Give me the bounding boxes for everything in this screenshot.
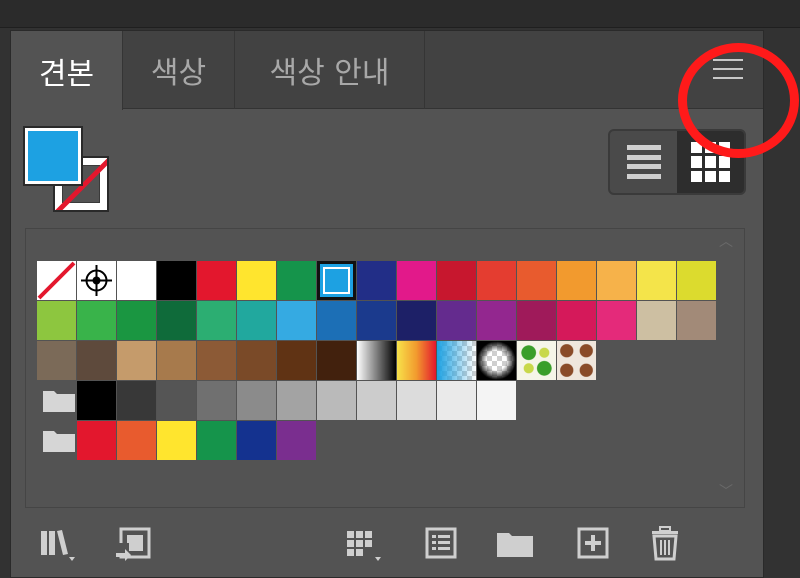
swatch[interactable] — [277, 381, 316, 420]
fill-color-swatch[interactable] — [25, 128, 81, 184]
swatch[interactable] — [357, 261, 396, 300]
bottom-toolbar — [11, 515, 763, 577]
color-group-folder-icon[interactable] — [42, 389, 76, 413]
swatch[interactable] — [397, 381, 436, 420]
swatch[interactable] — [477, 301, 516, 340]
swatch[interactable] — [77, 341, 116, 380]
swatch-library-icon[interactable] — [35, 521, 79, 565]
swatch[interactable] — [397, 261, 436, 300]
swatches-panel: 견본 색상 색상 안내 ︿ ﹀ — [10, 30, 799, 578]
swatch[interactable] — [197, 381, 236, 420]
swatch[interactable] — [277, 341, 316, 380]
swatch-options-icon[interactable] — [419, 521, 463, 565]
swatch[interactable] — [597, 261, 636, 300]
show-swatch-kinds-icon[interactable] — [341, 521, 385, 565]
swatch[interactable] — [597, 301, 636, 340]
swatch[interactable] — [197, 261, 236, 300]
swatch[interactable] — [117, 421, 156, 460]
swatch[interactable] — [437, 381, 476, 420]
swatch-gradient[interactable] — [397, 341, 436, 380]
swatch[interactable] — [157, 381, 196, 420]
swatch[interactable] — [77, 301, 116, 340]
swatch[interactable] — [677, 301, 716, 340]
swatch[interactable] — [237, 421, 276, 460]
swatch[interactable] — [637, 261, 676, 300]
swatch-registration[interactable] — [77, 261, 116, 300]
swatch[interactable] — [197, 421, 236, 460]
swatch[interactable] — [237, 341, 276, 380]
swatch[interactable] — [157, 301, 196, 340]
swatch[interactable] — [317, 381, 356, 420]
swatch-grid: ︿ ﹀ — [25, 228, 745, 508]
swatch[interactable] — [277, 421, 316, 460]
swatch-gradient[interactable] — [357, 341, 396, 380]
swatch-gradient[interactable] — [437, 341, 476, 380]
swatch[interactable] — [77, 421, 116, 460]
list-view-icon — [626, 145, 661, 179]
swatch[interactable] — [77, 381, 116, 420]
swatch[interactable] — [557, 301, 596, 340]
swatch[interactable] — [477, 261, 516, 300]
list-view-button[interactable] — [610, 131, 677, 193]
place-swatches-icon[interactable] — [111, 521, 155, 565]
panel-tab-bar: 견본 색상 색상 안내 — [11, 31, 763, 110]
tab-swatches[interactable]: 견본 — [11, 31, 123, 110]
highlight-circle — [678, 43, 799, 158]
swatch-none[interactable] — [37, 261, 76, 300]
swatch[interactable] — [317, 301, 356, 340]
scroll-up-arrow[interactable]: ︿ — [714, 235, 738, 249]
swatch-pattern[interactable] — [557, 341, 596, 380]
trash-icon[interactable] — [643, 521, 687, 565]
swatch[interactable] — [237, 301, 276, 340]
swatch[interactable] — [37, 301, 76, 340]
swatch[interactable] — [517, 301, 556, 340]
swatch[interactable] — [237, 381, 276, 420]
window-top-bar — [0, 0, 800, 28]
new-swatch-icon[interactable] — [571, 521, 615, 565]
swatch[interactable] — [277, 301, 316, 340]
swatch[interactable] — [37, 341, 76, 380]
swatch[interactable] — [277, 261, 316, 300]
swatch[interactable] — [117, 301, 156, 340]
tab-color[interactable]: 색상 — [123, 31, 235, 109]
swatch[interactable] — [237, 261, 276, 300]
swatch[interactable] — [677, 261, 716, 300]
swatch-selected[interactable] — [317, 261, 356, 300]
new-color-group-icon[interactable] — [493, 521, 537, 565]
color-group-folder-icon[interactable] — [42, 429, 76, 453]
swatch[interactable] — [157, 341, 196, 380]
swatch[interactable] — [637, 301, 676, 340]
swatch[interactable] — [437, 261, 476, 300]
swatch[interactable] — [437, 301, 476, 340]
swatch-gradient[interactable] — [477, 341, 516, 380]
swatch[interactable] — [197, 301, 236, 340]
swatch[interactable] — [117, 261, 156, 300]
swatch[interactable] — [477, 381, 516, 420]
swatch[interactable] — [117, 341, 156, 380]
scroll-down-arrow[interactable]: ﹀ — [714, 485, 738, 499]
swatch[interactable] — [517, 261, 556, 300]
swatch[interactable] — [557, 261, 596, 300]
swatch[interactable] — [317, 341, 356, 380]
swatch[interactable] — [357, 381, 396, 420]
swatch[interactable] — [117, 381, 156, 420]
swatch[interactable] — [157, 421, 196, 460]
swatch[interactable] — [197, 341, 236, 380]
tab-color-guide[interactable]: 색상 안내 — [235, 31, 425, 109]
swatch-pattern[interactable] — [517, 341, 556, 380]
swatch[interactable] — [357, 301, 396, 340]
swatch[interactable] — [157, 261, 196, 300]
swatch[interactable] — [397, 301, 436, 340]
